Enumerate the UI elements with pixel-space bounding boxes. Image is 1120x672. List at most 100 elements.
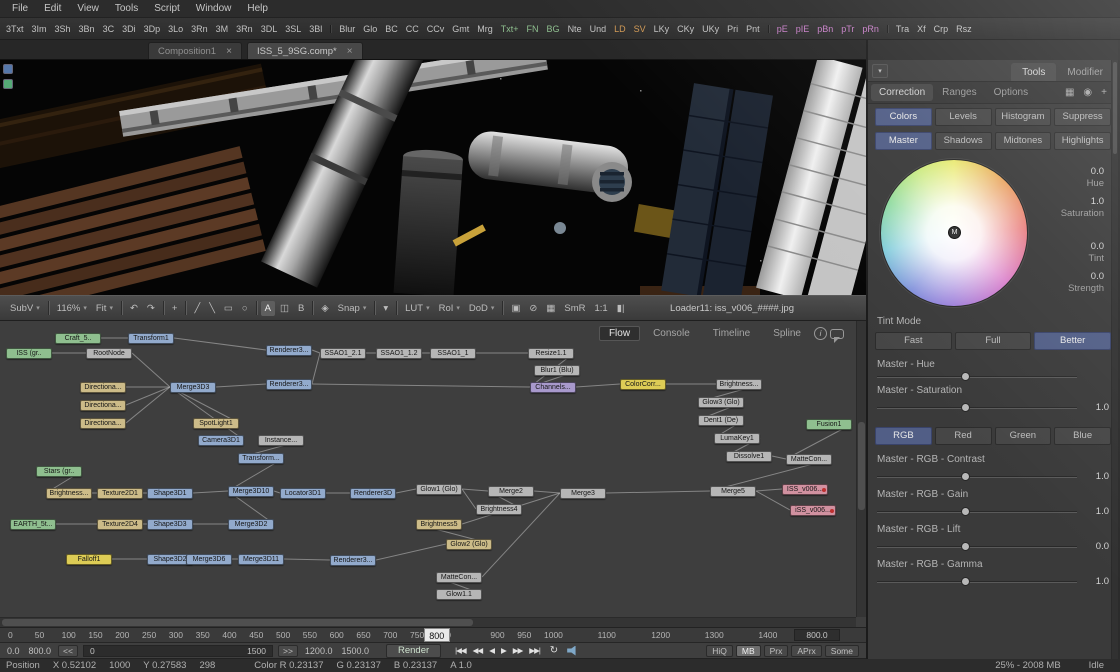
tool-rsz[interactable]: Rsz	[952, 22, 976, 36]
render-end-value[interactable]: 1200.0	[303, 646, 335, 656]
mode-button-histogram[interactable]: Histogram	[995, 108, 1052, 126]
range-button-highlights[interactable]: Highlights	[1054, 132, 1111, 150]
info-icon[interactable]: i	[814, 327, 827, 340]
flow-canvas[interactable]: Craft_5..Transform1ISS (gr..RootNodeRend…	[0, 321, 866, 627]
step-forward-button[interactable]: >>	[278, 645, 298, 657]
flow-node-merge2[interactable]: Merge2	[488, 486, 534, 497]
tool-cky[interactable]: CKy	[673, 22, 698, 36]
smr-button[interactable]: SmR	[560, 301, 589, 316]
tool-3sl[interactable]: 3SL	[281, 22, 305, 36]
flow-node-transform1[interactable]: Transform1	[128, 333, 174, 344]
flow-node-glow1-1[interactable]: Glow1.1	[436, 589, 482, 600]
toggle-some[interactable]: Some	[825, 645, 859, 657]
tool-fn[interactable]: FN	[523, 22, 543, 36]
tool-3bl[interactable]: 3Bl	[305, 22, 326, 36]
tool-lky[interactable]: LKy	[650, 22, 674, 36]
comment-icon[interactable]	[830, 329, 844, 339]
flow-node-dent1-de[interactable]: Dent1 (De)	[698, 415, 744, 426]
param-value[interactable]: 1.0	[1052, 196, 1104, 207]
panel-tab-modifier[interactable]: Modifier	[1056, 63, 1114, 81]
tool-3m[interactable]: 3M	[212, 22, 233, 36]
slider-handle[interactable]	[961, 577, 970, 586]
dod-dropdown[interactable]: DoD▾	[465, 301, 499, 316]
tool-crp[interactable]: Crp	[930, 22, 953, 36]
show-controls-icon[interactable]: ⊘	[525, 301, 541, 316]
play-button[interactable]: ▶	[498, 645, 509, 656]
flow-node-renderer3[interactable]: Renderer3...	[330, 555, 376, 566]
split-ab-icon[interactable]: ◫	[276, 301, 293, 316]
speaker-icon[interactable]	[567, 646, 579, 656]
flow-node-shape3d1[interactable]: Shape3D1	[147, 488, 193, 499]
tool-glo[interactable]: Glo	[359, 22, 381, 36]
ratio-button[interactable]: 1:1	[591, 301, 612, 316]
slider-value[interactable]: 1.0	[1084, 576, 1109, 587]
tool-3di[interactable]: 3Di	[118, 22, 140, 36]
flow-node-resize1-1[interactable]: Resize1.1	[528, 348, 574, 359]
grid-icon[interactable]: ▦	[1065, 87, 1074, 98]
flow-node-glow3-glo[interactable]: Glow3 (Glo)	[698, 397, 744, 408]
slider-track[interactable]	[877, 407, 1077, 409]
menu-item-view[interactable]: View	[69, 2, 107, 15]
tool-bg[interactable]: BG	[543, 22, 564, 36]
flow-tab-flow[interactable]: Flow	[599, 326, 640, 341]
tool-bc[interactable]: BC	[381, 22, 402, 36]
slider-handle[interactable]	[961, 542, 970, 551]
channel-button-rgb[interactable]: RGB	[875, 427, 932, 445]
tool-pbn[interactable]: pBn	[813, 22, 837, 36]
flow-node-brightness4[interactable]: Brightness4	[476, 504, 522, 515]
flow-node-stars-gr[interactable]: Stars (gr..	[36, 466, 82, 477]
menu-item-window[interactable]: Window	[188, 2, 240, 15]
subview-dropdown[interactable]: SubV▾	[6, 301, 44, 316]
play-reverse-button[interactable]: ◀	[486, 645, 497, 656]
collapse-panel-icon[interactable]: ▾	[872, 64, 888, 78]
tool-blur[interactable]: Blur	[335, 22, 359, 36]
flow-node-brightness[interactable]: Brightness...	[46, 488, 92, 499]
tool-3dl[interactable]: 3DL	[257, 22, 282, 36]
flow-node-ssao1-1-2[interactable]: SSAO1_1.2	[376, 348, 422, 359]
flow-node-colorcorr[interactable]: ColorCorr...	[620, 379, 666, 390]
flow-node-renderer3[interactable]: Renderer3...	[266, 379, 312, 390]
flow-node-merge3[interactable]: Merge3	[560, 488, 606, 499]
flow-tab-console[interactable]: Console	[643, 326, 700, 341]
jump-end-button[interactable]: ▶▶|	[526, 645, 542, 656]
tool-tab-options[interactable]: Options	[986, 84, 1036, 101]
close-icon[interactable]: ×	[347, 46, 353, 57]
mode-button-suppress[interactable]: Suppress	[1054, 108, 1111, 126]
pen-icon[interactable]: ╱	[190, 301, 204, 316]
snap-dropdown[interactable]: Snap▾	[334, 301, 371, 316]
flow-tab-spline[interactable]: Spline	[763, 326, 811, 341]
crosshair-icon[interactable]: +	[168, 301, 182, 316]
channel-button-green[interactable]: Green	[995, 427, 1052, 445]
mode-button-levels[interactable]: Levels	[935, 108, 992, 126]
slider-handle[interactable]	[961, 507, 970, 516]
tool-mrg[interactable]: Mrg	[473, 22, 497, 36]
flow-node-blur1-blu[interactable]: Blur1 (Blu)	[534, 365, 580, 376]
view-layout-icon-2[interactable]	[3, 79, 13, 89]
flow-node-renderer3[interactable]: Renderer3...	[266, 345, 312, 356]
slider-track[interactable]	[877, 546, 1077, 548]
tool-pe[interactable]: pE	[773, 22, 792, 36]
flow-node-earth-5t[interactable]: EARTH_5t...	[10, 519, 56, 530]
slider-track[interactable]	[877, 581, 1077, 583]
tool-xf[interactable]: Xf	[913, 22, 930, 36]
flow-node-brightness[interactable]: Brightness...	[716, 379, 762, 390]
tool-3dp[interactable]: 3Dp	[140, 22, 165, 36]
fit-dropdown[interactable]: Fit▾	[92, 301, 117, 316]
timeline-ruler[interactable]: 800.0 0501001502002503003504004505005506…	[0, 628, 866, 643]
flow-node-renderer3d[interactable]: Renderer3D	[350, 488, 396, 499]
inspector-scrollbar[interactable]	[1111, 60, 1118, 659]
flow-node-rootnode[interactable]: RootNode	[86, 348, 132, 359]
tool-tab-ranges[interactable]: Ranges	[934, 84, 984, 101]
meter-icon[interactable]: ▮|	[613, 301, 629, 316]
tool-3c[interactable]: 3C	[99, 22, 119, 36]
swatch-dropdown-icon[interactable]: ▾	[379, 301, 392, 316]
tool-tra[interactable]: Tra	[892, 22, 913, 36]
tool-tab-correction[interactable]: Correction	[871, 84, 933, 101]
mode-button-colors[interactable]: Colors	[875, 108, 932, 126]
flow-node-iss-gr[interactable]: ISS (gr..	[6, 348, 52, 359]
flow-node-locator3d1[interactable]: Locator3D1	[280, 488, 326, 499]
flow-node-merge3d3[interactable]: Merge3D3	[170, 382, 216, 393]
fast-rewind-button[interactable]: ◀◀	[470, 645, 486, 656]
flow-node-directiona[interactable]: Directiona...	[80, 418, 126, 429]
flow-node-directiona[interactable]: Directiona...	[80, 400, 126, 411]
